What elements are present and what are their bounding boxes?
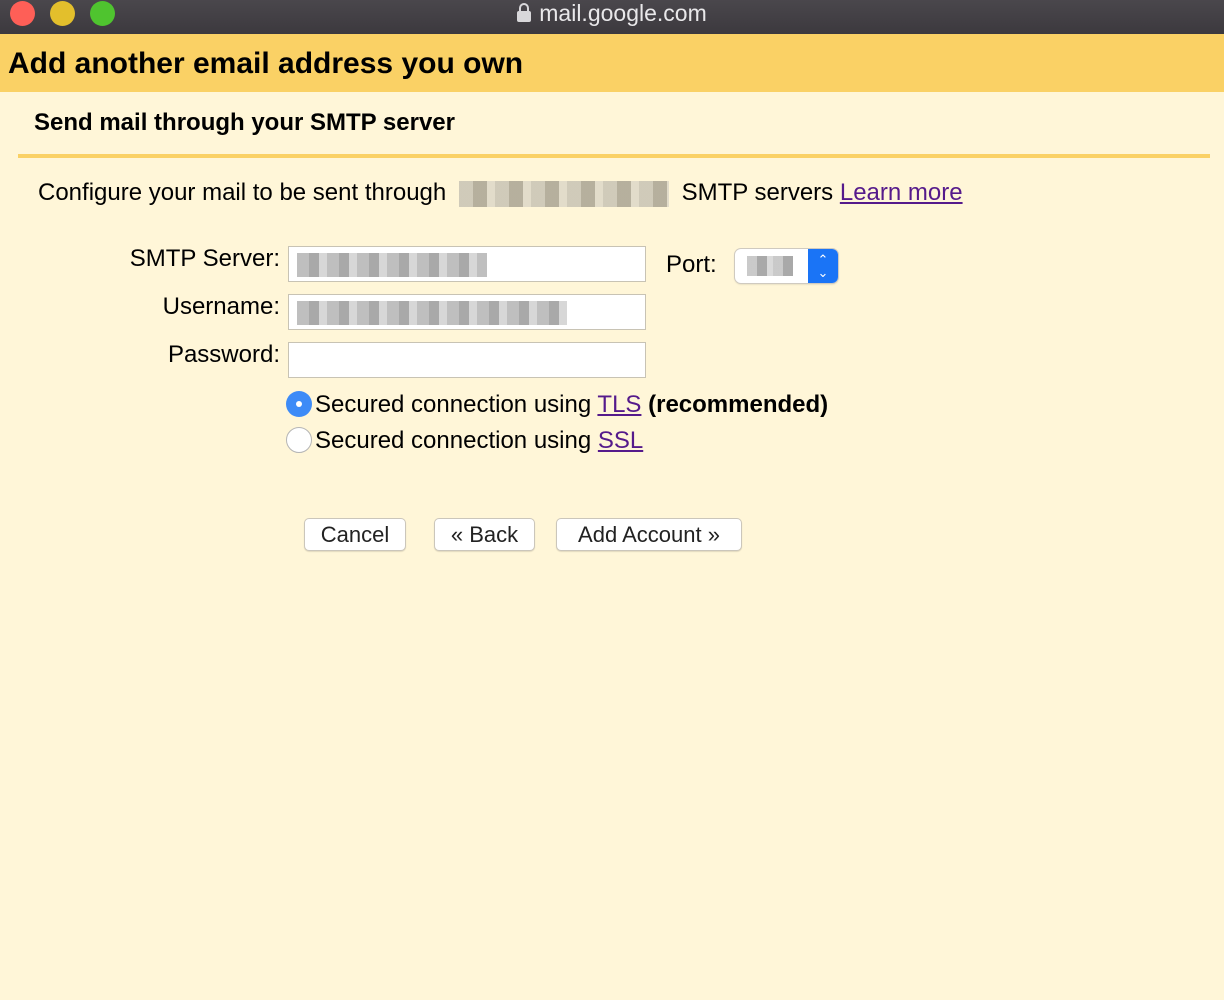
lock-icon [517, 3, 532, 22]
password-label: Password: [167, 341, 280, 368]
port-label: Port: [666, 251, 717, 278]
redacted-port-value [747, 256, 793, 276]
cancel-button[interactable]: Cancel [304, 518, 406, 551]
description-prefix: Configure your mail to be sent through [38, 179, 447, 206]
password-input[interactable] [288, 342, 646, 378]
select-arrows-icon: ⌃ ⌄ [808, 249, 838, 283]
url-text: mail.google.com [539, 0, 707, 26]
redacted-provider-name [458, 180, 669, 207]
section-subtitle: Send mail through your SMTP server [34, 109, 455, 136]
address-bar[interactable]: mail.google.com [0, 0, 1224, 26]
ssl-option-label: Secured connection using [315, 427, 592, 454]
ssl-option[interactable]: Secured connection using SSL [286, 426, 643, 456]
smtp-server-input[interactable] [288, 246, 646, 282]
browser-titlebar: mail.google.com [0, 0, 1224, 34]
redacted-smtp-server-value [297, 253, 487, 277]
smtp-server-label: SMTP Server: [129, 245, 280, 272]
description-suffix: SMTP servers [681, 179, 834, 206]
ssl-radio[interactable] [286, 427, 312, 453]
section-divider [18, 154, 1210, 158]
ssl-link[interactable]: SSL [598, 427, 643, 454]
redacted-username-value [297, 301, 567, 325]
username-input[interactable] [288, 294, 646, 330]
dialog-title: Add another email address you own [8, 47, 524, 80]
tls-radio[interactable] [286, 391, 312, 417]
back-button[interactable]: « Back [434, 518, 535, 551]
tls-option[interactable]: Secured connection using TLS (recommende… [286, 390, 828, 420]
add-account-button[interactable]: Add Account » [556, 518, 742, 551]
port-select[interactable]: ⌃ ⌄ [735, 249, 838, 283]
tls-option-label: Secured connection using [315, 391, 592, 418]
username-label: Username: [162, 293, 280, 320]
dialog-header: Add another email address you own [0, 34, 1224, 92]
description: Configure your mail to be sent through S… [38, 178, 963, 208]
recommended-note: (recommended) [648, 391, 829, 418]
tls-link[interactable]: TLS [597, 391, 641, 418]
learn-more-link[interactable]: Learn more [840, 179, 963, 206]
